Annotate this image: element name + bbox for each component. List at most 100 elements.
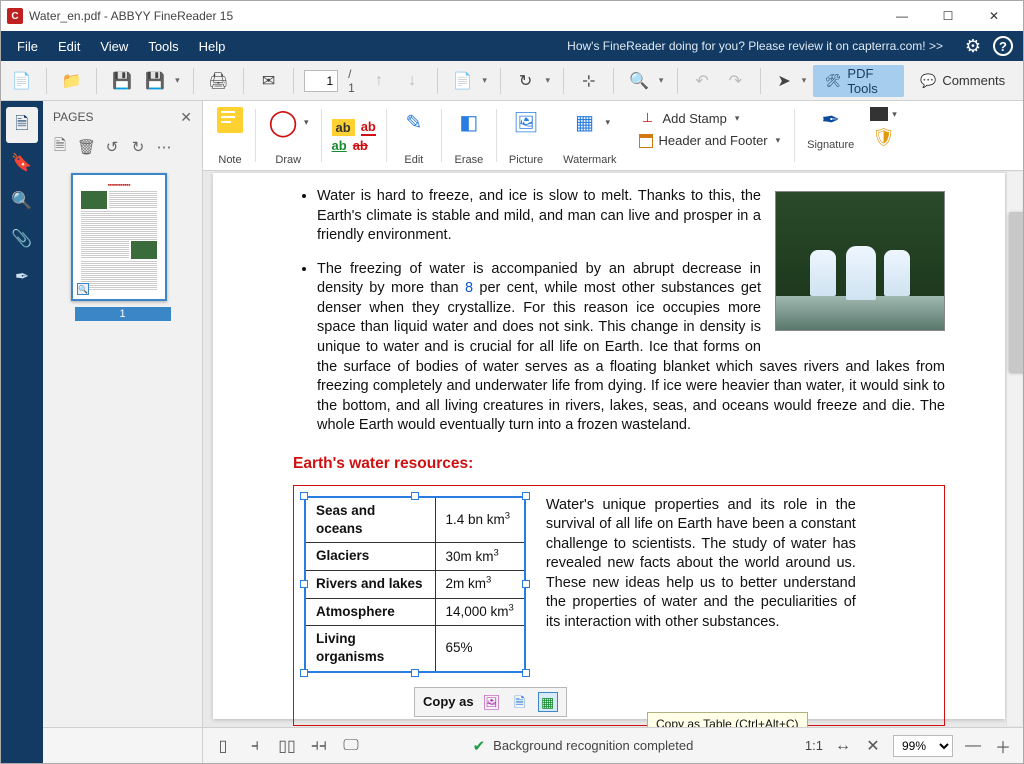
menu-view[interactable]: View	[90, 31, 138, 61]
status-ok-icon: ✔	[473, 737, 486, 755]
ribbon-note[interactable]: Note	[207, 101, 253, 170]
add-page-dropdown[interactable]: ▾	[479, 75, 490, 86]
page-number-input[interactable]	[304, 70, 338, 92]
highlight-red-icon[interactable]: ab	[361, 119, 376, 136]
draw-dropdown[interactable]: ▾	[304, 117, 309, 128]
table-selection[interactable]: Seas and oceans1.4 bn km3 Glaciers30m km…	[304, 496, 526, 673]
crop-button[interactable]: ⊹	[574, 65, 603, 97]
delete-page-icon[interactable]: 🗑	[77, 138, 95, 156]
rail-pages-icon[interactable]: 🗎	[6, 107, 38, 143]
header-footer-button[interactable]: Header and Footer ▾	[635, 131, 785, 150]
highlight-yellow-icon[interactable]: ab	[332, 119, 355, 136]
open-button[interactable]: 📁	[57, 65, 86, 97]
menu-edit[interactable]: Edit	[48, 31, 90, 61]
help-icon[interactable]: ?	[993, 36, 1013, 56]
zoom-in-button[interactable]: ＋	[993, 734, 1013, 758]
document-viewport[interactable]: Water is hard to freeze, and ice is slow…	[203, 171, 1023, 727]
close-button[interactable]: ✕	[971, 1, 1017, 31]
rail-attachments-icon[interactable]: 📎	[6, 221, 38, 257]
menu-help[interactable]: Help	[189, 31, 236, 61]
print-button[interactable]: 🖨	[204, 65, 233, 97]
rail-bookmarks-icon[interactable]: 🔖	[6, 145, 38, 181]
table-row: Seas and oceans1.4 bn km3	[305, 497, 525, 543]
header-footer-dropdown[interactable]: ▾	[776, 135, 781, 146]
redact-icon[interactable]: ▾	[870, 107, 897, 121]
view-two-continuous-icon[interactable]: ⫞⫞	[309, 737, 329, 755]
underline-icon[interactable]: ab	[332, 138, 347, 153]
status-message: Background recognition completed	[493, 738, 693, 753]
resize-handle-se[interactable]	[522, 669, 530, 677]
view-single-icon[interactable]: ▯	[213, 736, 233, 756]
promo-link[interactable]: How's FineReader doing for you? Please r…	[567, 39, 943, 53]
waterfall-image	[775, 191, 945, 331]
resize-handle-s[interactable]	[411, 669, 419, 677]
resize-handle-e[interactable]	[522, 580, 530, 588]
add-page-button[interactable]: 📄	[448, 65, 477, 97]
ribbon-draw[interactable]: ◯▾ Draw	[258, 101, 319, 170]
view-fullscreen-icon[interactable]: 🖵	[341, 737, 361, 755]
email-button[interactable]: ✉	[254, 65, 283, 97]
scrollbar-thumb[interactable]	[1009, 212, 1023, 372]
ribbon-watermark[interactable]: ▦▾ Watermark	[553, 101, 626, 170]
add-page-icon[interactable]: 🗎	[51, 135, 69, 160]
rotate-button[interactable]: ↻	[511, 65, 540, 97]
settings-icon[interactable]: ⚙	[961, 34, 985, 58]
fit-width-icon[interactable]: ↔	[833, 737, 853, 755]
resize-handle-n[interactable]	[411, 492, 419, 500]
more-icon[interactable]: ⋯	[155, 138, 173, 156]
recognize-dropdown[interactable]: ▾	[656, 75, 667, 86]
redo-button[interactable]: ↷	[721, 65, 750, 97]
recognize-button[interactable]: 🔍	[624, 65, 653, 97]
resize-handle-nw[interactable]	[300, 492, 308, 500]
zoom-out-button[interactable]: —	[963, 737, 983, 755]
comments-button[interactable]: 💬 Comments	[908, 65, 1017, 97]
ribbon-signature[interactable]: ✒ Signature	[797, 101, 864, 170]
copy-as-image-icon[interactable]: 🖼	[482, 692, 502, 712]
pointer-dropdown[interactable]: ▾	[799, 75, 809, 86]
zoom-select[interactable]: 99%	[893, 735, 953, 757]
side-paragraph: Water's unique properties and its role i…	[546, 496, 856, 633]
pages-panel-close-icon[interactable]: ✕	[180, 109, 192, 126]
selection-frame[interactable]: Seas and oceans1.4 bn km3 Glaciers30m km…	[293, 485, 945, 727]
minimize-button[interactable]: —	[879, 1, 925, 31]
vertical-scrollbar[interactable]	[1006, 172, 1022, 726]
add-stamp-dropdown[interactable]: ▾	[735, 113, 740, 124]
undo-button[interactable]: ↶	[687, 65, 716, 97]
save-as-dropdown[interactable]: ▾	[172, 75, 183, 86]
new-doc-button[interactable]: 📄	[7, 65, 36, 97]
next-page-button[interactable]: ↓	[398, 65, 427, 97]
resize-handle-ne[interactable]	[522, 492, 530, 500]
shield-icon[interactable]: 🛡	[872, 127, 895, 148]
save-button[interactable]: 💾	[107, 65, 136, 97]
maximize-button[interactable]: ☐	[925, 1, 971, 31]
view-continuous-icon[interactable]: ⫞	[245, 737, 265, 755]
prev-page-button[interactable]: ↑	[364, 65, 393, 97]
pointer-tool-button[interactable]: ➤	[771, 65, 797, 97]
menu-tools[interactable]: Tools	[138, 31, 188, 61]
rotate-right-icon[interactable]: ↻	[129, 138, 147, 156]
zoom-ratio-label[interactable]: 1:1	[805, 738, 823, 753]
strikethrough-icon[interactable]: ab	[353, 138, 368, 153]
add-stamp-button[interactable]: ⊥ Add Stamp ▾	[635, 107, 785, 129]
copy-as-text-icon[interactable]: 🗎	[510, 692, 530, 712]
copy-as-table-icon[interactable]: ▦	[538, 692, 558, 712]
rail-signatures-icon[interactable]: ✒	[6, 259, 38, 295]
rotate-dropdown[interactable]: ▾	[542, 75, 553, 86]
view-two-page-icon[interactable]: ▯▯	[277, 736, 297, 756]
pdf-tools-button[interactable]: 🛠 PDF Tools	[813, 65, 904, 97]
resize-handle-w[interactable]	[300, 580, 308, 588]
page-thumbnail[interactable]: ■■■■■■■■■■■ 🔍	[71, 173, 167, 301]
save-as-button[interactable]: 💾	[141, 65, 170, 97]
watermark-dropdown[interactable]: ▾	[606, 117, 611, 128]
ribbon-erase[interactable]: ◧ Erase	[444, 101, 494, 170]
rotate-left-icon[interactable]: ↺	[103, 138, 121, 156]
rail-search-icon[interactable]: 🔍	[6, 183, 38, 219]
ribbon-picture[interactable]: 🖼 Picture	[499, 101, 553, 170]
left-rail: 🗎 🔖 🔍 📎 ✒	[1, 101, 43, 727]
ribbon-edit[interactable]: ✎ Edit	[389, 101, 439, 170]
fit-page-icon[interactable]: ✕	[863, 736, 883, 756]
resize-handle-sw[interactable]	[300, 669, 308, 677]
draw-icon: ◯	[268, 107, 298, 137]
menu-file[interactable]: File	[7, 31, 48, 61]
thumbnail-zoom-icon[interactable]: 🔍	[77, 283, 89, 295]
